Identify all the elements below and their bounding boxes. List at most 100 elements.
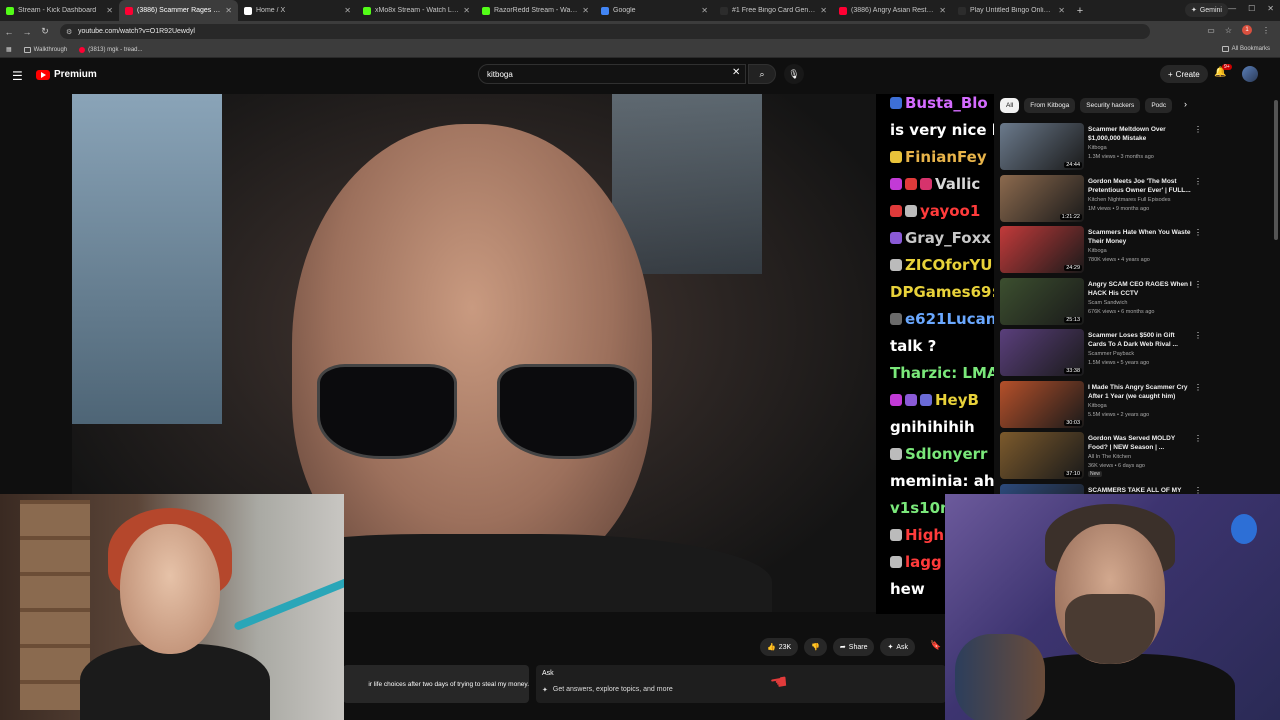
channel-name[interactable]: Scam Sandwich — [1088, 300, 1127, 306]
chevron-right-icon[interactable]: › — [1184, 99, 1187, 109]
search-button[interactable]: ⌕ — [748, 64, 776, 84]
profile-avatar[interactable]: 1 — [1242, 25, 1252, 35]
chat-message-text: DPGames69: — [890, 283, 994, 301]
browser-tab[interactable]: (3886) Scammer Rages Los ✕ — [119, 0, 238, 21]
channel-name[interactable]: Kitboga — [1088, 403, 1107, 409]
browser-tab[interactable]: Play Untitled Bingo Online | Bin ✕ — [952, 0, 1071, 21]
share-button[interactable]: ➦ Share — [832, 638, 875, 656]
close-tab-icon[interactable]: ✕ — [463, 6, 470, 15]
dislike-button[interactable]: 👎 — [804, 638, 827, 656]
channel-name[interactable]: Kitboga — [1088, 248, 1107, 254]
filter-chip[interactable]: Podc — [1145, 98, 1173, 113]
ask-prompt[interactable]: ✦ Get answers, explore topics, and more — [542, 686, 673, 694]
forward-icon[interactable]: → — [18, 27, 36, 37]
search-input[interactable]: kitboga — [478, 64, 746, 84]
browser-tab[interactable]: #1 Free Bingo Card Generator ✕ — [714, 0, 833, 21]
video-thumbnail[interactable]: 1:21:22 — [1000, 174, 1084, 222]
minimize-icon[interactable]: — — [1228, 4, 1236, 13]
more-options-icon[interactable]: ⋮ — [1194, 125, 1202, 134]
video-title[interactable]: Scammer Loses $500 in Gift Cards To A Da… — [1088, 331, 1192, 349]
cast-icon[interactable]: ▭ — [1207, 26, 1215, 35]
chat-message-text: is very nice h — [890, 121, 994, 139]
recommended-video[interactable]: 1:21:22 Gordon Meets Joe 'The Most Preten… — [1000, 174, 1202, 223]
video-title[interactable]: Gordon Meets Joe 'The Most Pretentious O… — [1088, 177, 1192, 195]
filter-chip[interactable]: From Kitboga — [1024, 98, 1076, 113]
browser-tab[interactable]: Stream - Kick Dashboard ✕ — [0, 0, 119, 21]
close-tab-icon[interactable]: ✕ — [582, 6, 589, 15]
new-badge: New — [1088, 471, 1103, 477]
create-button[interactable]: + Create — [1160, 65, 1208, 83]
account-avatar[interactable] — [1242, 66, 1258, 82]
channel-name[interactable]: Kitchen Nightmares Full Episodes — [1088, 197, 1171, 203]
close-tab-icon[interactable]: ✕ — [701, 6, 708, 15]
more-options-icon[interactable]: ⋮ — [1194, 280, 1202, 289]
video-title[interactable]: Scammer Meltdown Over $1,000,000 Mistake — [1088, 125, 1192, 143]
page-scrollbar[interactable] — [1274, 100, 1278, 240]
video-description-snippet[interactable]: ir life choices after two days of trying… — [343, 665, 529, 703]
star-icon[interactable]: ☆ — [1225, 26, 1232, 35]
webcam-right — [945, 494, 1280, 720]
video-title[interactable]: Angry SCAM CEO RAGES When I HACK His CCT… — [1088, 280, 1192, 298]
recommended-video[interactable]: 33:38 Scammer Loses $500 in Gift Cards To… — [1000, 329, 1202, 377]
ask-button[interactable]: ✦ Ask — [880, 638, 916, 656]
maximize-icon[interactable]: ☐ — [1248, 4, 1255, 13]
close-window-icon[interactable]: ✕ — [1267, 4, 1274, 13]
browser-tab[interactable]: (3886) Angry Asian Restaurant ✕ — [833, 0, 952, 21]
filter-chip[interactable]: Security hackers — [1080, 98, 1141, 113]
video-thumbnail[interactable]: 24:29 — [1000, 226, 1084, 273]
more-options-icon[interactable]: ⋮ — [1194, 434, 1202, 443]
browser-tab[interactable]: Google ✕ — [595, 0, 714, 21]
more-options-icon[interactable]: ⋮ — [1194, 228, 1202, 237]
close-tab-icon[interactable]: ✕ — [820, 6, 827, 15]
recommended-video[interactable]: 24:44 Scammer Meltdown Over $1,000,000 Mi… — [1000, 123, 1202, 171]
video-thumbnail[interactable]: 37:10 — [1000, 432, 1084, 479]
browser-tab[interactable]: xMo8x Stream - Watch Live on ✕ — [357, 0, 476, 21]
video-thumbnail[interactable]: 30:03 — [1000, 380, 1084, 428]
close-tab-icon[interactable]: ✕ — [1058, 6, 1065, 15]
channel-name[interactable]: Kitboga — [1088, 145, 1107, 151]
browser-tab[interactable]: RazorRedd Stream - Watch Liv✕ — [476, 0, 595, 21]
clear-search-icon[interactable]: ✕ — [732, 67, 740, 78]
more-options-icon[interactable]: ⋮ — [1194, 177, 1202, 186]
hamburger-menu-icon[interactable]: ☰ — [12, 69, 23, 83]
menu-dots-icon[interactable]: ⋮ — [1262, 26, 1270, 35]
chat-badge-icon — [890, 259, 902, 271]
gemini-button[interactable]: ✦ Gemini — [1184, 3, 1228, 17]
recommended-video[interactable]: 30:03 I Made This Angry Scammer Cry After… — [1000, 380, 1202, 429]
browser-tab[interactable]: Home / X ✕ — [238, 0, 357, 21]
video-thumbnail[interactable]: 25:13 — [1000, 277, 1084, 325]
all-bookmarks[interactable]: All Bookmarks — [1221, 46, 1270, 52]
reload-icon[interactable]: ↻ — [36, 26, 54, 37]
filter-chip[interactable]: All — [1000, 98, 1020, 113]
video-title[interactable]: Scammers Hate When You Waste Their Money — [1088, 228, 1192, 246]
chat-badge-icon — [905, 394, 917, 406]
more-options-icon[interactable]: ⋮ — [1194, 383, 1202, 392]
like-button[interactable]: 👍 23K — [760, 638, 799, 656]
back-icon[interactable]: ← — [0, 27, 18, 37]
more-options-icon[interactable]: ⋮ — [1194, 331, 1202, 340]
apps-grid-icon[interactable]: ▦ — [6, 46, 12, 53]
bookmark-mgk[interactable]: (3813) mgk - tread... — [79, 46, 143, 53]
save-bookmark-icon[interactable]: 🔖 — [930, 640, 941, 651]
channel-name[interactable]: Scammer Payback — [1088, 351, 1134, 357]
close-tab-icon[interactable]: ✕ — [939, 6, 946, 15]
youtube-premium-logo[interactable]: Premium — [36, 69, 97, 80]
channel-name[interactable]: All In The Kitchen — [1088, 454, 1131, 460]
video-thumbnail[interactable]: 24:44 — [1000, 123, 1084, 170]
voice-search-button[interactable]: 🎙 — [784, 64, 804, 84]
site-info-icon[interactable]: ⚙ — [66, 28, 72, 36]
close-tab-icon[interactable]: ✕ — [344, 6, 351, 15]
close-tab-icon[interactable]: ✕ — [225, 6, 232, 15]
video-title[interactable]: Gordon Was Served MOLDY Food? | NEW Seas… — [1088, 434, 1192, 452]
new-tab-icon[interactable]: + — [1071, 5, 1089, 17]
recommended-video[interactable]: 25:13 Angry SCAM CEO RAGES When I HACK Hi… — [1000, 277, 1202, 326]
recommended-video[interactable]: 37:10 Gordon Was Served MOLDY Food? | NEW… — [1000, 432, 1202, 480]
close-tab-icon[interactable]: ✕ — [106, 6, 113, 15]
video-title[interactable]: I Made This Angry Scammer Cry After 1 Ye… — [1088, 383, 1192, 401]
bookmark-walkthrough[interactable]: Walkthrough — [23, 46, 67, 53]
recommended-video[interactable]: 24:29 Scammers Hate When You Waste Their … — [1000, 226, 1202, 274]
youtube-favicon-icon — [79, 46, 86, 53]
video-thumbnail[interactable]: 33:38 — [1000, 329, 1084, 376]
address-bar[interactable]: ⚙ youtube.com/watch?v=O1R92Uewdyl — [60, 24, 1150, 39]
folder-icon — [1221, 46, 1229, 52]
